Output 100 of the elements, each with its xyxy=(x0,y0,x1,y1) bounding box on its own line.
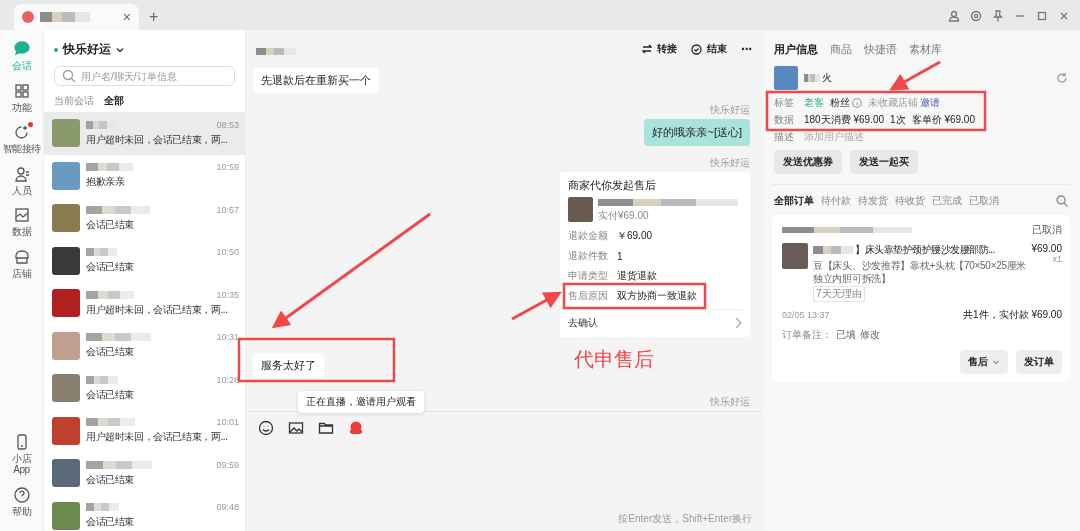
conversation-item[interactable]: 08:53 用户超时未回，会话已结束，两... xyxy=(44,112,245,155)
search-field[interactable]: 用户名/聊天/订单信息 xyxy=(54,66,235,86)
refresh-icon[interactable] xyxy=(1056,72,1068,84)
quantity: x1 xyxy=(1051,254,1062,264)
close-icon[interactable] xyxy=(1058,10,1070,22)
message-preview: 用户超时未回，会话已结束，两... xyxy=(86,430,229,445)
info-icon xyxy=(852,97,862,108)
field-label: 退款件数 xyxy=(568,249,608,263)
panel-tab[interactable]: 用户信息 xyxy=(774,42,818,57)
order-tab[interactable]: 已完成 xyxy=(932,194,962,208)
conversation-item[interactable]: 10:01 用户超时未回，会话已结束，两... xyxy=(44,409,245,452)
tooltip: 正在直播，邀请用户观看 xyxy=(298,391,424,413)
message-preview: 会话已结束 xyxy=(86,260,135,275)
redacted-block xyxy=(86,163,133,172)
timestamp: 10:01 xyxy=(216,417,239,428)
photo-placeholder xyxy=(774,66,798,90)
confirm-link[interactable]: 去确认 xyxy=(568,309,742,335)
redacted-block xyxy=(804,74,820,82)
conversation-item[interactable]: 10:35 用户超时未回，会话已结束，两... xyxy=(44,282,245,325)
sender-name: 快乐好运 xyxy=(710,395,750,409)
photo-placeholder xyxy=(52,459,80,488)
message-bubble: 先退款后在重新买一个 xyxy=(253,68,379,93)
conversation-item[interactable]: 10:31 会话已结束 xyxy=(44,324,245,367)
order-total: 共1件，实付款 ¥69.00 xyxy=(963,308,1062,322)
order-tab[interactable]: 全部订单 xyxy=(774,194,814,208)
action-button[interactable]: 发送优惠券 xyxy=(774,150,842,174)
message-preview: 会话已结束 xyxy=(86,387,135,402)
chat-bubble-icon xyxy=(12,40,31,58)
field-label: 售后原因 xyxy=(568,289,608,303)
close-button[interactable]: × xyxy=(122,9,131,25)
header-action-button[interactable]: 转接 xyxy=(642,42,677,56)
emoji-icon[interactable] xyxy=(258,420,274,436)
header-action-button[interactable]: 结束 xyxy=(691,42,727,56)
order-status: 已取消 xyxy=(1032,223,1062,237)
timestamp: 10:31 xyxy=(216,332,239,343)
shop-selector[interactable]: 快乐好运 xyxy=(63,41,125,58)
chart-icon xyxy=(12,206,31,224)
timestamp: 10:57 xyxy=(216,204,239,215)
search-icon[interactable] xyxy=(1056,195,1068,207)
invite-link[interactable]: 邀请 xyxy=(920,95,940,110)
conversation-item[interactable]: 10:57 会话已结束 xyxy=(44,197,245,240)
browser-tab[interactable]: × xyxy=(14,4,139,30)
order-tab[interactable]: 待发货 xyxy=(858,194,888,208)
order-tab[interactable]: 已取消 xyxy=(969,194,999,208)
order-time: 02/05 13:37 xyxy=(782,310,830,320)
conversation-item[interactable]: 09:48 会话已结束 xyxy=(44,494,245,531)
more-button[interactable]: ··· xyxy=(741,41,752,57)
folder-icon[interactable] xyxy=(318,420,334,436)
photo-placeholder xyxy=(52,501,80,530)
input-hint: 按Enter发送，Shift+Enter换行 xyxy=(618,512,752,526)
photo-placeholder xyxy=(52,246,80,275)
field-value: 双方协商一致退款 xyxy=(617,289,697,303)
return-policy-tag: 7天无理由 xyxy=(813,286,865,302)
grid-icon xyxy=(12,81,31,100)
redacted-block xyxy=(86,418,135,427)
nav-item[interactable]: 功能 xyxy=(0,81,44,113)
filter-tab[interactable]: 全部 xyxy=(104,94,124,108)
image-icon[interactable] xyxy=(288,420,304,436)
shop-icon xyxy=(12,247,31,266)
order-tab[interactable]: 待付款 xyxy=(821,194,851,208)
message-bubble: 好的哦亲亲~[送心] xyxy=(644,119,750,146)
pin-icon[interactable] xyxy=(992,10,1004,22)
customer-tag: 粉丝 xyxy=(830,95,850,110)
photo-placeholder xyxy=(52,119,80,148)
settings-icon[interactable] xyxy=(970,10,982,22)
conversation-item[interactable]: 10:50 会话已结束 xyxy=(44,239,245,282)
live-badge-icon[interactable] xyxy=(348,420,364,436)
person-icon[interactable] xyxy=(948,10,960,22)
panel-tab[interactable]: 商品 xyxy=(830,42,852,57)
new-tab-button[interactable]: + xyxy=(149,8,159,26)
conversation-item[interactable]: 10:28 会话已结束 xyxy=(44,367,245,410)
annotation-arrow xyxy=(889,60,941,91)
conversation-item[interactable]: 09:59 会话已结束 xyxy=(44,452,245,495)
maximize-icon[interactable] xyxy=(1036,10,1048,22)
message-preview: 用户超时未回，会话已结束，两... xyxy=(86,132,229,147)
nav-item[interactable]: 小店 App xyxy=(0,432,44,476)
data-value: 180天消费 ¥69.00 xyxy=(804,112,885,127)
app-logo-icon xyxy=(22,11,34,23)
nav-item[interactable]: 智能接待 xyxy=(0,123,44,155)
order-button[interactable]: 发订单 xyxy=(1016,350,1062,374)
edit-link[interactable]: 修改 xyxy=(860,328,880,342)
redacted-block xyxy=(40,12,90,22)
field-label: 申请类型 xyxy=(568,269,608,283)
nav-item[interactable]: 数据 xyxy=(0,206,44,238)
user-name: 火 xyxy=(822,71,832,85)
redacted-block xyxy=(813,246,853,254)
order-button[interactable]: 售后 xyxy=(960,350,1008,374)
panel-tab[interactable]: 素材库 xyxy=(909,42,942,57)
filter-tab[interactable]: 当前会话 xyxy=(54,94,94,108)
timestamp: 10:35 xyxy=(216,289,239,300)
timestamp: 10:50 xyxy=(216,247,239,258)
panel-tab[interactable]: 快捷语 xyxy=(864,42,897,57)
nav-item[interactable]: 人员 xyxy=(0,164,44,196)
message-preview: 会话已结束 xyxy=(86,472,135,487)
nav-item[interactable]: 店铺 xyxy=(0,247,44,279)
nav-item[interactable]: 帮助 xyxy=(0,485,44,517)
conversation-item[interactable]: 10:59 抱歉亲亲 xyxy=(44,154,245,197)
action-button[interactable]: 发送一起买 xyxy=(850,150,918,174)
check-circle-icon xyxy=(691,43,702,55)
order-tab[interactable]: 待收货 xyxy=(895,194,925,208)
